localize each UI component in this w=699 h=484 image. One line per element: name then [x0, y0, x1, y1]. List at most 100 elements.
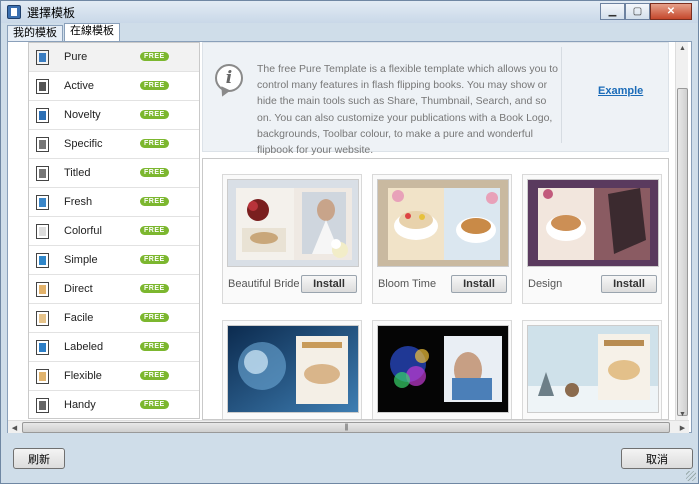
template-icon [36, 397, 49, 413]
template-icon [36, 78, 49, 94]
install-button[interactable]: Install [601, 275, 657, 293]
template-name: Bloom Time [378, 278, 437, 290]
template-description: The free Pure Template is a flexible tem… [257, 63, 558, 157]
scroll-thumb[interactable] [677, 88, 688, 416]
free-badge: FREE [140, 255, 169, 264]
template-icon [36, 252, 49, 268]
template-card[interactable]: Design Install [522, 174, 662, 304]
template-label: Fresh [64, 196, 93, 208]
template-item-direct[interactable]: Direct FREE [29, 275, 199, 304]
template-icon [36, 339, 49, 355]
template-label: Specific [64, 138, 103, 150]
template-label: Novelty [64, 109, 101, 121]
template-icon [36, 281, 49, 297]
template-label: Handy [64, 399, 96, 411]
template-name: Beautiful Bride [228, 278, 300, 290]
template-icon [36, 368, 49, 384]
template-item-specific[interactable]: Specific FREE [29, 130, 199, 159]
template-gallery: Beautiful Bride Install Bloom Time Insta… [202, 158, 669, 420]
template-thumbnail [377, 325, 509, 413]
template-icon [36, 310, 49, 326]
tab-content: Pure FREE Active FREE Novelty FREE Specific… [7, 41, 692, 433]
resize-grip[interactable] [686, 471, 696, 481]
template-icon [36, 136, 49, 152]
template-thumbnail [227, 325, 359, 413]
template-item-titled[interactable]: Titled FREE [29, 159, 199, 188]
window-title: 選擇模板 [27, 5, 76, 20]
scroll-right-arrow[interactable]: ▶ [676, 421, 689, 434]
close-button[interactable]: ✕ [650, 3, 692, 20]
scroll-up-arrow[interactable]: ▲ [676, 42, 689, 54]
free-badge: FREE [140, 52, 169, 61]
template-item-colorful[interactable]: Colorful FREE [29, 217, 199, 246]
free-badge: FREE [140, 110, 169, 119]
template-icon [36, 49, 49, 65]
template-card[interactable]: Bloom Time Install [372, 174, 512, 304]
template-item-novelty[interactable]: Novelty FREE [29, 101, 199, 130]
scroll-thumb[interactable]: ||| [22, 422, 670, 433]
free-badge: FREE [140, 139, 169, 148]
template-card[interactable] [222, 320, 362, 419]
install-button[interactable]: Install [301, 275, 357, 293]
template-item-fresh[interactable]: Fresh FREE [29, 188, 199, 217]
template-list: Pure FREE Active FREE Novelty FREE Specific… [28, 42, 200, 419]
template-icon [36, 223, 49, 239]
template-icon [36, 107, 49, 123]
app-icon [7, 5, 21, 19]
free-badge: FREE [140, 342, 169, 351]
free-badge: FREE [140, 371, 169, 380]
cancel-button[interactable]: 取消 [621, 448, 693, 469]
template-thumbnail [377, 179, 509, 267]
template-item-labeled[interactable]: Labeled FREE [29, 333, 199, 362]
template-card[interactable] [522, 320, 662, 419]
free-badge: FREE [140, 400, 169, 409]
scroll-left-arrow[interactable]: ◀ [8, 421, 21, 434]
refresh-button[interactable]: 刷新 [13, 448, 65, 469]
free-badge: FREE [140, 81, 169, 90]
template-label: Colorful [64, 225, 102, 237]
template-label: Labeled [64, 341, 104, 353]
vertical-scrollbar[interactable]: ▲ ▼ [675, 42, 688, 420]
minimize-button[interactable]: ▁ [600, 3, 625, 20]
example-link[interactable]: Example [598, 85, 643, 97]
template-card[interactable]: Beautiful Bride Install [222, 174, 362, 304]
template-description-panel: i The free Pure Template is a flexible t… [202, 42, 669, 156]
template-label: Flexible [64, 370, 102, 382]
tab-bar: 我的模板 在線模板 [7, 23, 121, 41]
free-badge: FREE [140, 168, 169, 177]
template-label: Titled [64, 167, 91, 179]
template-thumbnail [227, 179, 359, 267]
template-item-simple[interactable]: Simple FREE [29, 246, 199, 275]
free-badge: FREE [140, 226, 169, 235]
scroll-down-arrow[interactable]: ▼ [676, 408, 689, 420]
maximize-button[interactable]: ▢ [625, 3, 650, 20]
template-thumbnail [527, 179, 659, 267]
template-name: Design [528, 278, 563, 290]
template-item-active[interactable]: Active FREE [29, 72, 199, 101]
horizontal-scrollbar[interactable]: ◀ ||| ▶ [8, 420, 689, 433]
template-label: Active [64, 80, 94, 92]
template-card[interactable] [372, 320, 512, 419]
info-icon: i [215, 64, 243, 92]
title-bar[interactable]: 選擇模板 ▁ ▢ ✕ [1, 1, 698, 23]
install-button[interactable]: Install [451, 275, 507, 293]
template-item-handy[interactable]: Handy FREE [29, 391, 199, 418]
tab-my-templates[interactable]: 我的模板 [7, 25, 63, 41]
template-label: Direct [64, 283, 93, 295]
free-badge: FREE [140, 313, 169, 322]
template-label: Pure [64, 51, 88, 63]
tab-online-templates[interactable]: 在線模板 [64, 23, 120, 41]
template-icon [36, 165, 49, 181]
template-dialog: 選擇模板 ▁ ▢ ✕ 我的模板 在線模板 Pure FREE Active FREE… [0, 0, 699, 484]
template-label: Simple [64, 254, 98, 266]
free-badge: FREE [140, 284, 169, 293]
template-item-pure[interactable]: Pure FREE [29, 43, 199, 72]
divider [561, 47, 562, 143]
template-thumbnail [527, 325, 659, 413]
template-item-flexible[interactable]: Flexible FREE [29, 362, 199, 391]
window-controls: ▁ ▢ ✕ [600, 3, 692, 20]
template-item-facile[interactable]: Facile FREE [29, 304, 199, 333]
free-badge: FREE [140, 197, 169, 206]
template-label: Facile [64, 312, 94, 324]
template-icon [36, 194, 49, 210]
